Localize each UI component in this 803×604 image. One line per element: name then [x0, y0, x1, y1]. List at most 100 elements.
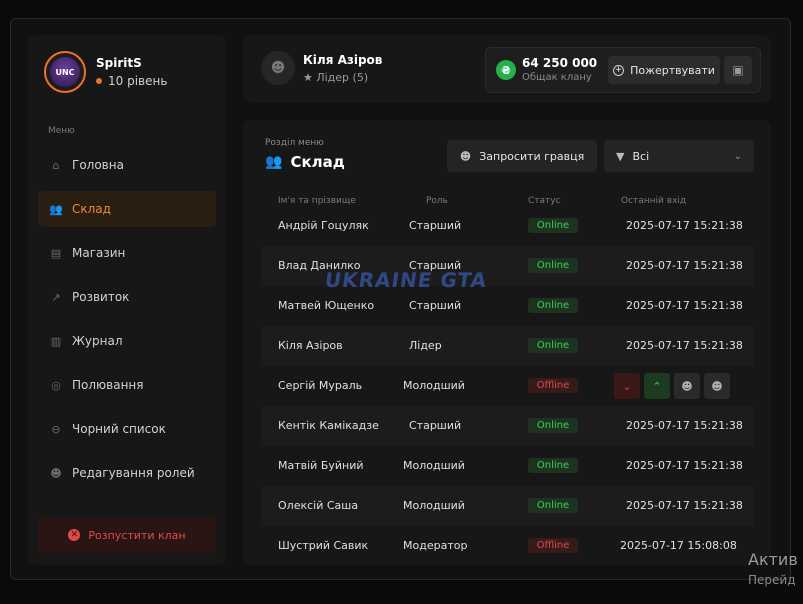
profile: UNC SpiritS 10 рівень: [44, 51, 167, 93]
sidebar-item-label: Полювання: [72, 378, 144, 392]
col-role: Роль: [426, 196, 448, 206]
member-name: Матвій Буйний: [278, 459, 364, 472]
chevron-down-icon: ⌄: [733, 150, 742, 162]
chart-icon: ↗: [51, 290, 61, 304]
table-row[interactable]: Матвей Ющенко Старший Online 2025-07-17 15:…: [261, 286, 754, 326]
row-actions: ⌄ ⌃ ☻ ☻: [614, 373, 730, 399]
profile-name: SpiritS: [96, 56, 142, 70]
last-login: 2025-07-17 15:21:38: [626, 339, 743, 352]
user-avatar-icon: ☻: [261, 51, 295, 85]
table-row[interactable]: Матвій Буйний Молодший Online 2025-07-17 15…: [261, 446, 754, 486]
promote-button[interactable]: ⌃: [644, 373, 670, 399]
sidebar-item[interactable]: ⌂ Головна: [38, 147, 216, 183]
bank-label: Общак клану: [522, 72, 592, 83]
status-badge: Offline: [528, 378, 578, 393]
table-row[interactable]: Олексій Саша Молодший Online 2025-07-17 15:…: [261, 486, 754, 526]
user-plus-icon: ☻: [711, 379, 723, 393]
sidebar-item-label: Журнал: [72, 334, 123, 348]
member-role: Старший: [409, 299, 462, 312]
status-badge: Offline: [528, 538, 578, 553]
sidebar-item[interactable]: 👥 Склад: [38, 191, 216, 227]
last-login: 2025-07-17 15:21:38: [626, 299, 743, 312]
member-name: Кентік Камікадзе: [278, 419, 379, 432]
filter-icon: ▼: [616, 149, 625, 163]
sidebar-item-label: Чорний список: [72, 422, 166, 436]
home-icon: ⌂: [52, 158, 60, 172]
last-login: 2025-07-17 15:21:38: [626, 219, 743, 232]
member-name: Кіля Азіров: [278, 339, 343, 352]
page-title: 👥 Склад: [265, 153, 345, 171]
sidebar-item[interactable]: ☻ Редагування ролей: [38, 455, 216, 491]
table-row[interactable]: Шустрий Савик Модератор Offline 2025-07-17 …: [261, 526, 754, 565]
book-icon: ▥: [50, 334, 62, 348]
col-name: Ім'я та прізвище: [278, 196, 356, 206]
member-name: Андрій Гоцуляк: [278, 219, 369, 232]
member-name: Олексій Саша: [278, 499, 359, 512]
last-login: 2025-07-17 15:08:08: [620, 539, 737, 552]
invite-player-button[interactable]: ☻ Запросити гравця: [447, 140, 597, 172]
members-table: Андрій Гоцуляк Старший Online 2025-07-17 15…: [261, 206, 754, 565]
os-activation-hint: Перейд: [748, 573, 796, 587]
wallet-icon: ▣: [732, 63, 744, 77]
sidebar-item[interactable]: ↗ Розвиток: [38, 279, 216, 315]
user-plus-icon: ☻: [459, 149, 472, 163]
status-badge: Online: [528, 498, 578, 513]
col-last-login: Останній вхід: [621, 196, 687, 206]
close-circle-icon: ✕: [68, 529, 81, 541]
status-badge: Online: [528, 218, 578, 233]
member-name: Матвей Ющенко: [278, 299, 375, 312]
table-row[interactable]: Сергій Мураль Молодший Offline ⌄ ⌃ ☻ ☻: [261, 366, 754, 406]
member-info-button[interactable]: ☻: [704, 373, 730, 399]
users-icon: 👥: [265, 154, 283, 170]
section-label: Розділ меню: [265, 138, 324, 148]
roster-panel: Розділ меню 👥 Склад ☻ Запросити гравця ▼…: [243, 120, 771, 565]
sidebar-item-label: Редагування ролей: [72, 466, 195, 480]
leader-role: ★ Лідер (5): [303, 70, 369, 84]
plus-circle-icon: +: [613, 64, 625, 76]
sidebar-item[interactable]: ▥ Журнал: [38, 323, 216, 359]
sidebar-item[interactable]: ▤ Магазин: [38, 235, 216, 271]
clan-logo: UNC: [50, 57, 80, 87]
member-role: Модератор: [403, 539, 468, 552]
bank-amount: 64 250 000: [522, 56, 598, 70]
status-badge: Online: [528, 298, 578, 313]
shop-icon: ▤: [50, 246, 62, 260]
member-role: Лідер: [409, 339, 442, 352]
member-role: Старший: [409, 219, 462, 232]
filter-select[interactable]: ▼ Всі ⌄: [604, 140, 754, 172]
users-icon: 👥: [49, 202, 63, 216]
bank-history-button[interactable]: ▣: [724, 56, 752, 84]
member-role: Старший: [409, 419, 462, 432]
status-badge: Online: [528, 338, 578, 353]
member-role: Молодший: [403, 379, 465, 392]
disband-clan-button[interactable]: ✕ Розпустити клан: [38, 517, 216, 553]
sidebar-item-label: Головна: [72, 158, 124, 172]
demote-button[interactable]: ⌄: [614, 373, 640, 399]
sidebar-item-label: Склад: [72, 202, 111, 216]
user-edit-icon: ☻: [50, 466, 62, 480]
sidebar-item[interactable]: ⊖ Чорний список: [38, 411, 216, 447]
coin-icon: ₴: [496, 60, 516, 80]
chevron-up-icon: ⌃: [652, 379, 662, 393]
donate-button[interactable]: + Пожертвувати: [608, 56, 720, 84]
avatar[interactable]: UNC: [44, 51, 86, 93]
level-dot-icon: [96, 78, 102, 84]
kick-member-button[interactable]: ☻: [674, 373, 700, 399]
member-role: Молодший: [403, 459, 465, 472]
sidebar-item-label: Розвиток: [72, 290, 130, 304]
sidebar-item-label: Магазин: [72, 246, 126, 260]
menu-label: Меню: [48, 126, 75, 136]
col-status: Статус: [528, 196, 561, 206]
table-row[interactable]: Кіля Азіров Лідер Online 2025-07-17 15:21:3…: [261, 326, 754, 366]
member-name: Шустрий Савик: [278, 539, 369, 552]
last-login: 2025-07-17 15:21:38: [626, 419, 743, 432]
table-row[interactable]: Андрій Гоцуляк Старший Online 2025-07-17 15…: [261, 206, 754, 246]
member-name: Сергій Мураль: [278, 379, 363, 392]
status-badge: Online: [528, 458, 578, 473]
table-row[interactable]: Кентік Камікадзе Старший Online 2025-07-17 …: [261, 406, 754, 446]
sidebar: UNC SpiritS 10 рівень Меню ⌂ Головна 👥 Скла…: [28, 35, 226, 565]
target-icon: ◎: [51, 378, 61, 392]
sidebar-item[interactable]: ◎ Полювання: [38, 367, 216, 403]
block-icon: ⊖: [51, 422, 61, 436]
sidebar-menu: ⌂ Головна 👥 Склад ▤ Магазин ↗ Розвиток ▥ Журнал ◎ П…: [38, 147, 216, 499]
